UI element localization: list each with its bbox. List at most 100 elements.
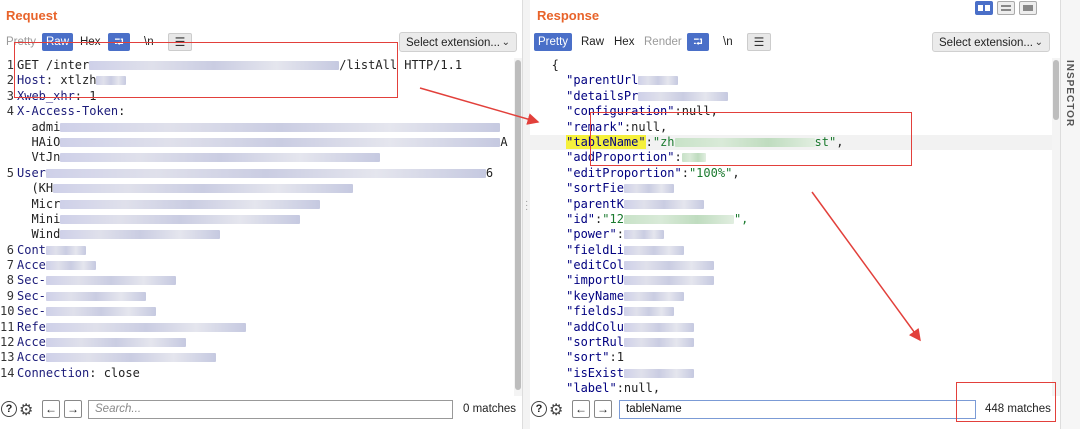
chevron-down-icon: ⌄ xyxy=(501,37,510,48)
code-token: X-Access-Token xyxy=(17,104,119,119)
request-extension-select[interactable]: Select extension... ⌄ xyxy=(399,32,517,52)
redacted-text xyxy=(60,122,501,132)
code-line: 13 Acce xyxy=(0,350,522,365)
code-token: "power" xyxy=(566,227,617,242)
redacted-text xyxy=(45,291,146,301)
code-token: { xyxy=(530,58,559,72)
code-line: "editProportion":"100%", xyxy=(530,166,1060,181)
code-line: "isExist xyxy=(530,366,1060,381)
redacted-text xyxy=(623,368,694,378)
code-line: 7 Acce xyxy=(0,258,522,273)
code-line: "fieldsJ xyxy=(530,304,1060,319)
redacted-text xyxy=(638,91,729,101)
redacted-text xyxy=(623,338,694,348)
redacted-text xyxy=(623,276,714,286)
request-match-count: 0 matches xyxy=(463,403,517,415)
code-token: : close xyxy=(89,365,140,380)
layout-tabs-icon[interactable] xyxy=(1019,1,1037,15)
show-newlines-toggle[interactable]: \n xyxy=(719,33,737,51)
response-title: Response xyxy=(537,8,600,23)
layout-stacked-icon[interactable] xyxy=(997,1,1015,15)
code-token: "sortFie xyxy=(566,181,624,196)
help-icon[interactable]: ? xyxy=(531,401,547,417)
code-line: 5 User 6 xyxy=(0,166,522,181)
code-token: Sec- xyxy=(17,288,46,303)
request-scrollbar[interactable] xyxy=(514,58,522,396)
code-token: "addColu xyxy=(566,319,624,334)
redacted-text xyxy=(45,307,156,317)
wrap-lines-icon[interactable]: ⮒ xyxy=(687,33,709,51)
redacted-text xyxy=(623,307,674,317)
code-token: User xyxy=(17,165,46,180)
redacted-text xyxy=(623,184,674,194)
next-match-button[interactable]: → xyxy=(64,400,82,418)
inspector-panel[interactable]: INSPECTOR xyxy=(1060,0,1080,429)
response-extension-select[interactable]: Select extension... ⌄ xyxy=(932,32,1050,52)
response-tab-render[interactable]: Render xyxy=(640,33,686,51)
request-editor[interactable]: 1 GET /inter/listAll HTTP/1.1 2 Host: xtlzh… xyxy=(0,58,522,396)
code-line: 14 Connection: close xyxy=(0,366,522,381)
annotation-box-tablename xyxy=(590,112,912,166)
redacted-text xyxy=(45,338,186,348)
code-line: Micr xyxy=(0,197,522,212)
request-search-bar: ? ⚙ ← → Search... 0 matches xyxy=(0,398,522,422)
code-line: 8 Sec- xyxy=(0,273,522,288)
code-line: (KH xyxy=(0,181,522,196)
code-token: "editCol xyxy=(566,258,624,273)
help-icon[interactable]: ? xyxy=(1,401,17,417)
response-scrollbar[interactable] xyxy=(1052,58,1060,396)
response-tab-hex[interactable]: Hex xyxy=(610,33,638,51)
code-token: Micr xyxy=(17,196,61,211)
previous-match-button[interactable]: ← xyxy=(42,400,60,418)
annotation-box-match-count xyxy=(956,382,1056,422)
code-line: 9 Sec- xyxy=(0,289,522,304)
code-token: :null, xyxy=(616,381,661,396)
line-number: 4 xyxy=(6,104,14,119)
line-number: 8 xyxy=(6,273,14,288)
code-token: "parentK xyxy=(566,196,624,211)
response-search-input[interactable]: tableName xyxy=(619,400,976,419)
gear-icon[interactable]: ⚙ xyxy=(549,400,563,420)
request-search-input[interactable]: Search... xyxy=(88,400,453,419)
code-line: admi xyxy=(0,120,522,135)
code-line: "sortRul xyxy=(530,335,1060,350)
code-token: "detailsPr xyxy=(566,88,639,103)
next-match-button[interactable]: → xyxy=(594,400,612,418)
code-token: "keyName xyxy=(566,288,624,303)
code-token: "sortRul xyxy=(566,335,624,350)
response-editor[interactable]: { "parentUrl "detailsPr "configuration":… xyxy=(530,58,1060,396)
line-number: 13 xyxy=(0,350,15,365)
code-token: "12 xyxy=(602,211,624,226)
code-line: "power": xyxy=(530,227,1060,242)
redacted-text xyxy=(45,168,486,178)
response-tab-raw[interactable]: Raw xyxy=(577,33,608,51)
response-tab-pretty[interactable]: Pretty xyxy=(534,33,573,51)
annotation-box-request-line xyxy=(14,42,398,98)
code-line: Mini xyxy=(0,212,522,227)
code-token: "label" xyxy=(566,381,617,396)
menu-icon[interactable]: ☰ xyxy=(747,33,771,51)
layout-side-by-side-icon[interactable] xyxy=(975,1,993,15)
inspector-label: INSPECTOR xyxy=(1064,60,1075,128)
previous-match-button[interactable]: ← xyxy=(572,400,590,418)
line-number: 5 xyxy=(6,165,14,180)
code-line: VtJn xyxy=(0,150,522,165)
code-token: A xyxy=(500,134,508,149)
code-line: 10 Sec- xyxy=(0,304,522,319)
code-token: "isExist xyxy=(566,365,624,380)
gear-icon[interactable]: ⚙ xyxy=(19,400,33,420)
line-number: 12 xyxy=(0,335,15,350)
code-token: "sort" xyxy=(566,350,610,365)
request-title: Request xyxy=(6,8,58,23)
code-line: "fieldLi xyxy=(530,243,1060,258)
code-line: 4 X-Access-Token: xyxy=(0,104,522,119)
